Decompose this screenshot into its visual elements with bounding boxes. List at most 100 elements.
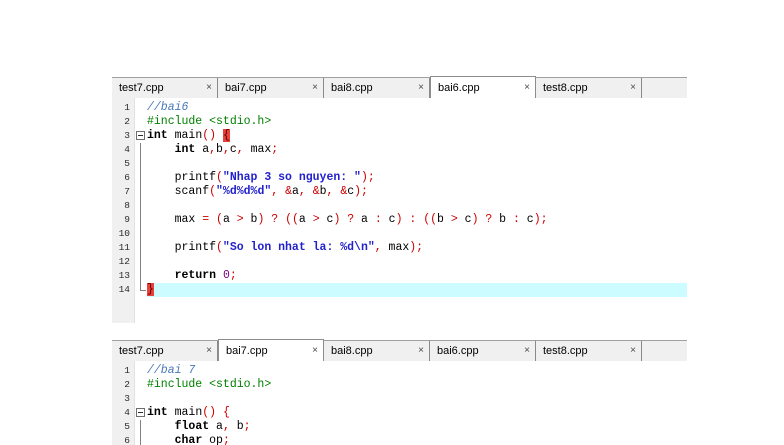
code-token-op: ); bbox=[533, 213, 548, 226]
tab-label: bai8.cpp bbox=[331, 82, 373, 94]
code-text[interactable]: max = (a > b) ? ((a > c) ? a : c) : ((b … bbox=[147, 213, 687, 227]
code-editor[interactable]: 1 //bai 7 2 #include <stdio.h> 3 4 int main() … bbox=[112, 361, 687, 445]
fold-margin bbox=[134, 378, 147, 392]
line-number: 4 bbox=[124, 407, 130, 418]
fold-guide-line bbox=[134, 213, 147, 227]
line-number: 4 bbox=[124, 144, 130, 155]
tab-bai7-cpp[interactable]: bai7.cpp × bbox=[218, 339, 324, 361]
code-token-plain: main bbox=[167, 129, 203, 142]
tab-bai8-cpp[interactable]: bai8.cpp × bbox=[324, 341, 430, 361]
code-line-12: 12 bbox=[112, 255, 687, 269]
tab-close-icon[interactable]: × bbox=[630, 346, 636, 356]
code-text[interactable]: char op; bbox=[147, 434, 687, 445]
code-text[interactable] bbox=[147, 255, 687, 269]
code-line-10: 10 bbox=[112, 227, 687, 241]
fold-guide-line bbox=[134, 185, 147, 199]
line-number: 6 bbox=[124, 172, 130, 183]
tab-close-icon[interactable]: × bbox=[206, 83, 212, 93]
tab-bai6-cpp[interactable]: bai6.cpp × bbox=[430, 76, 536, 98]
code-token-op: , bbox=[209, 143, 217, 156]
code-line-6: 6 char op; bbox=[112, 434, 687, 445]
code-text[interactable]: #include <stdio.h> bbox=[147, 115, 687, 129]
line-number: 2 bbox=[124, 379, 130, 390]
fold-guide-line bbox=[134, 199, 147, 213]
tab-bai7-cpp[interactable]: bai7.cpp × bbox=[218, 78, 324, 98]
tab-test8-cpp[interactable]: test8.cpp × bbox=[536, 78, 642, 98]
fold-guide-line bbox=[134, 143, 147, 157]
code-token-plain: b bbox=[243, 213, 258, 226]
tab-close-icon[interactable]: × bbox=[418, 83, 424, 93]
code-token-op: , bbox=[298, 185, 306, 198]
code-token-comment: //bai 7 bbox=[147, 364, 196, 377]
line-number: 11 bbox=[118, 242, 130, 253]
tab-close-icon[interactable]: × bbox=[524, 82, 530, 93]
line-number: 10 bbox=[118, 228, 130, 239]
code-token-op: , bbox=[222, 143, 230, 156]
code-token-plain: a bbox=[209, 420, 223, 433]
tab-test8-cpp[interactable]: test8.cpp × bbox=[536, 341, 642, 361]
code-token-plain: scanf bbox=[147, 185, 210, 198]
code-editor-panel-top: test7.cpp × bai7.cpp × bai8.cpp × bai6.cpp × tes… bbox=[112, 76, 687, 323]
code-token-plain: printf bbox=[147, 241, 217, 254]
code-text[interactable]: //bai 7 bbox=[147, 364, 687, 378]
tab-close-icon[interactable]: × bbox=[418, 346, 424, 356]
fold-collapse-icon[interactable] bbox=[134, 129, 147, 143]
code-token-op: ); bbox=[354, 185, 368, 198]
code-text[interactable]: return 0; bbox=[147, 269, 687, 283]
code-line-7: 7 scanf("%d%d%d", &a, &b, &c); bbox=[112, 185, 687, 199]
line-number: 1 bbox=[124, 102, 130, 113]
code-line-13: 13 return 0; bbox=[112, 269, 687, 283]
tab-test7-cpp[interactable]: test7.cpp × bbox=[112, 341, 218, 361]
tab-bai6-cpp[interactable]: bai6.cpp × bbox=[430, 341, 536, 361]
code-token-plain: a bbox=[354, 213, 375, 226]
code-token-kw: char bbox=[174, 434, 203, 445]
code-editor[interactable]: 1//bai6 2 #include <stdio.h> 3 int main() {4… bbox=[112, 98, 687, 323]
code-line-14: 14} bbox=[112, 283, 687, 297]
code-token-kw: return bbox=[174, 269, 217, 282]
code-text[interactable] bbox=[147, 199, 687, 213]
fold-guide-line bbox=[134, 227, 147, 241]
fold-guide-line bbox=[134, 255, 147, 269]
code-text[interactable]: #include <stdio.h> bbox=[147, 378, 687, 392]
code-editor-panel-bottom: test7.cpp × bai7.cpp × bai8.cpp × bai6.cpp × tes… bbox=[112, 339, 687, 445]
code-token-plain: main bbox=[167, 406, 203, 419]
tab-test7-cpp[interactable]: test7.cpp × bbox=[112, 78, 218, 98]
fold-end-marker bbox=[134, 283, 147, 297]
code-line-6: 6 printf("Nhap 3 so nguyen: "); bbox=[112, 171, 687, 185]
line-number: 3 bbox=[124, 393, 130, 404]
code-text[interactable]: int a,b,c, max; bbox=[147, 143, 687, 157]
tab-close-icon[interactable]: × bbox=[630, 83, 636, 93]
code-token-plain: b bbox=[229, 420, 244, 433]
tab-close-icon[interactable]: × bbox=[524, 346, 530, 356]
code-token-op: () bbox=[202, 406, 217, 419]
code-text[interactable]: scanf("%d%d%d", &a, &b, &c); bbox=[147, 185, 687, 199]
tab-close-icon[interactable]: × bbox=[312, 83, 318, 93]
tabbar-filler bbox=[642, 78, 687, 98]
line-number: 12 bbox=[118, 256, 130, 267]
code-text[interactable] bbox=[147, 392, 687, 406]
page: { "colors": { "comment": "#4878B8", "pre… bbox=[0, 0, 784, 445]
line-number: 1 bbox=[124, 365, 130, 376]
code-text[interactable]: int main() { bbox=[147, 129, 687, 143]
code-text[interactable]: //bai6 bbox=[147, 101, 687, 115]
code-token-plain: a bbox=[291, 185, 299, 198]
tab-close-icon[interactable]: × bbox=[206, 346, 212, 356]
code-text[interactable] bbox=[147, 227, 687, 241]
tab-close-icon[interactable]: × bbox=[312, 345, 318, 356]
code-text[interactable] bbox=[147, 157, 687, 171]
fold-collapse-icon[interactable] bbox=[134, 406, 147, 420]
code-text[interactable]: } bbox=[147, 283, 687, 297]
code-text[interactable]: int main() { bbox=[147, 406, 687, 420]
line-number: 2 bbox=[124, 116, 130, 127]
code-text[interactable]: printf("So lon nhat la: %d\n", max); bbox=[147, 241, 687, 255]
code-text[interactable]: printf("Nhap 3 so nguyen: "); bbox=[147, 171, 687, 185]
code-text[interactable]: float a, b; bbox=[147, 420, 687, 434]
code-token-str: "Nhap 3 so nguyen: " bbox=[222, 171, 361, 184]
tab-bai8-cpp[interactable]: bai8.cpp × bbox=[324, 78, 430, 98]
code-token-op: > bbox=[312, 213, 320, 226]
fold-margin bbox=[134, 115, 147, 129]
code-token-plain: a bbox=[222, 213, 237, 226]
